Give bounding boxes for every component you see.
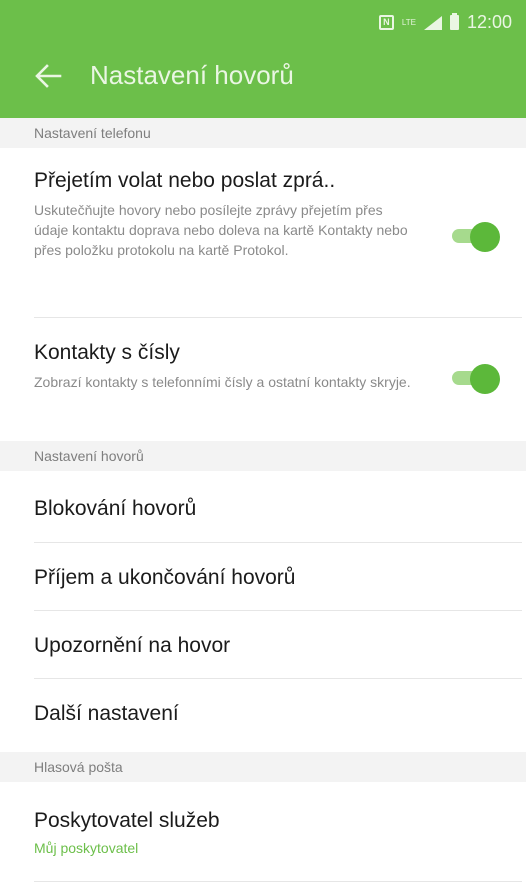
- nfc-icon: N: [378, 15, 394, 30]
- answer-end-calls-item[interactable]: Příjem a ukončování hovorů: [34, 543, 522, 611]
- service-provider-subtitle: Můj poskytovatel: [34, 840, 139, 856]
- swipe-to-call-setting[interactable]: Přejetím volat nebo poslat zprá.. Uskute…: [34, 160, 522, 318]
- swipe-setting-title: Přejetím volat nebo poslat zprá..: [34, 169, 336, 192]
- call-alerts-item[interactable]: Upozornění na hovor: [34, 611, 522, 679]
- contacts-with-numbers-setting[interactable]: Kontakty s čísly Zobrazí kontakty s tele…: [34, 318, 522, 432]
- answer-end-calls-title: Příjem a ukončování hovorů: [34, 566, 296, 589]
- swipe-setting-description: Uskutečňujte hovory nebo posílejte zpráv…: [34, 202, 408, 258]
- section-header-voicemail: Hlasová pošta: [0, 752, 526, 782]
- status-time: 12:00: [466, 12, 512, 32]
- contacts-toggle-knob: [470, 364, 500, 394]
- service-provider-item[interactable]: Poskytovatel služeb Můj poskytovatel: [34, 782, 522, 882]
- app-bar: N LTE 12:00 Nastavení hovorů: [0, 0, 526, 118]
- back-arrow-icon[interactable]: [34, 62, 62, 90]
- section-header-call-settings: Nastavení hovorů: [0, 441, 526, 471]
- swipe-toggle-knob: [470, 222, 500, 252]
- call-blocking-item[interactable]: Blokování hovorů: [34, 472, 522, 543]
- contacts-setting-title: Kontakty s čísly: [34, 341, 180, 364]
- contacts-setting-description: Zobrazí kontakty s telefonními čísly a o…: [34, 374, 411, 390]
- status-bar: N LTE 12:00: [0, 0, 526, 44]
- more-settings-title: Další nastavení: [34, 702, 179, 725]
- lte-icon: LTE: [401, 18, 416, 27]
- service-provider-title: Poskytovatel služeb: [34, 809, 220, 832]
- contacts-toggle[interactable]: [452, 364, 500, 394]
- page-title: Nastavení hovorů: [90, 60, 294, 90]
- battery-icon: [449, 13, 459, 30]
- section-header-phone-settings: Nastavení telefonu: [0, 118, 526, 148]
- call-alerts-title: Upozornění na hovor: [34, 634, 231, 657]
- swipe-toggle[interactable]: [452, 222, 500, 252]
- call-blocking-title: Blokování hovorů: [34, 497, 197, 520]
- more-settings-item[interactable]: Další nastavení: [34, 679, 522, 750]
- signal-icon: [423, 15, 442, 30]
